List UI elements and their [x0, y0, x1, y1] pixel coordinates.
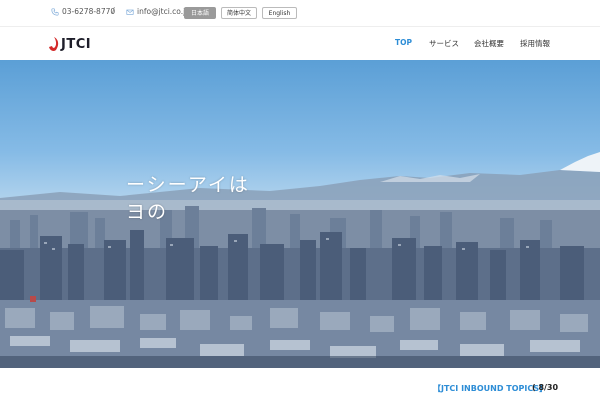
- phone-contact[interactable]: 03-6278-8770: [51, 7, 115, 16]
- hero-heading-line1: ーシーアイは: [126, 174, 250, 196]
- topics-date: ( 8/30: [532, 383, 559, 392]
- nav-service[interactable]: サービス: [429, 38, 459, 49]
- nav-top[interactable]: TOP: [395, 38, 412, 47]
- city-skyline-image: [0, 152, 600, 368]
- hero-heading-line2: ヨの: [126, 201, 169, 223]
- site-logo[interactable]: JTCI: [48, 35, 91, 53]
- top-contact-bar: 03-6278-8770 / info@jtci.co.jp 日本語 简体中文 …: [0, 0, 600, 26]
- logo-text: JTCI: [61, 36, 92, 52]
- email-address: info@jtci.co.jp: [137, 7, 190, 16]
- lang-japanese-button[interactable]: 日本語: [184, 7, 216, 19]
- nav-company[interactable]: 会社概要: [474, 38, 504, 49]
- phone-number: 03-6278-8770: [62, 7, 116, 16]
- email-contact[interactable]: info@jtci.co.jp: [126, 7, 190, 16]
- nav-recruit[interactable]: 採用情報: [520, 38, 550, 49]
- lang-chinese-button[interactable]: 简体中文: [221, 7, 257, 19]
- mail-icon: [126, 9, 134, 15]
- logo-mark-icon: [49, 37, 59, 51]
- lang-english-button[interactable]: English: [262, 7, 297, 19]
- phone-icon: [51, 7, 59, 16]
- contact-separator: /: [112, 6, 115, 15]
- topics-tag-link[interactable]: 【JTCI INBOUND TOPICS】: [433, 383, 547, 394]
- topics-strip: 【JTCI INBOUND TOPICS】 ( 8/30: [0, 368, 600, 400]
- site-header: JTCI TOP サービス 会社概要 採用情報: [0, 26, 600, 60]
- hero-banner: ーシーアイは ヨの: [0, 60, 600, 368]
